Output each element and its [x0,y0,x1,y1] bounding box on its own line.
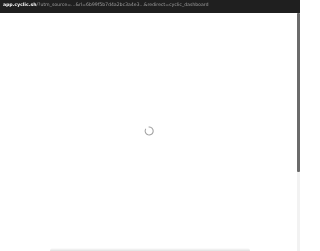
loading-spinner-icon [144,126,154,136]
url-path: /?utm_source=...&rl=6b99f5b7d4a2bc3a4e3.… [36,3,209,8]
browser-url-bar[interactable]: app.cyclic.sh/?utm_source=...&rl=6b99f5b… [0,0,300,13]
url-host: app.cyclic.sh [3,3,37,8]
scrollbar-thumb[interactable] [297,13,300,172]
url-text[interactable]: app.cyclic.sh/?utm_source=...&rl=6b99f5b… [3,3,209,9]
